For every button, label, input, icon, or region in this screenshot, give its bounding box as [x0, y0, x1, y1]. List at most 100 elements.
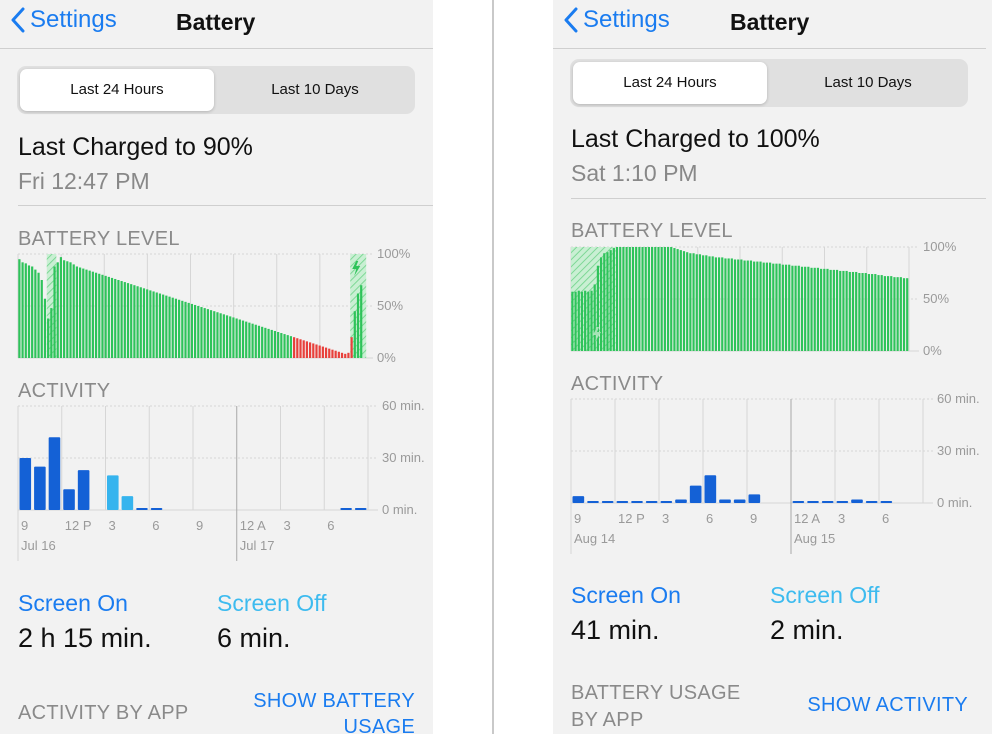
battery-bar — [171, 297, 174, 358]
battery-bar — [839, 270, 842, 351]
activity-bar — [601, 501, 614, 503]
tab-last-24-hours[interactable]: Last 24 Hours — [20, 69, 214, 111]
battery-bar — [880, 275, 883, 351]
battery-bar — [832, 269, 835, 351]
show-battery-usage-link[interactable]: SHOW BATTERY USAGE — [195, 688, 415, 734]
battery-bar — [647, 247, 651, 351]
activity-bar — [354, 508, 367, 510]
battery-bar — [267, 328, 270, 358]
battery-bar — [797, 265, 800, 351]
x-tick-label: 6 — [706, 511, 713, 526]
battery-bar — [133, 285, 136, 358]
battery-bar — [829, 269, 832, 351]
battery-level-chart: 100% 50% 0% — [17, 246, 411, 365]
last-charged-time: Fri 12:47 PM — [18, 168, 150, 194]
tab-last-10-days[interactable]: Last 10 Days — [771, 62, 965, 104]
battery-bar — [705, 255, 708, 351]
battery-bar — [676, 249, 679, 351]
y-tick-label: 0 min. — [937, 495, 972, 510]
battery-bar — [107, 276, 110, 358]
battery-bar — [775, 263, 778, 351]
battery-bar — [136, 286, 139, 358]
battery-bar — [286, 335, 289, 358]
battery-bar — [270, 329, 273, 358]
battery-bar — [85, 269, 88, 358]
battery-bar — [289, 336, 293, 358]
battery-bar — [98, 273, 101, 358]
x-tick-label: 9 — [750, 511, 757, 526]
battery-bar — [101, 274, 104, 358]
x-tick-label: 3 — [284, 518, 291, 533]
battery-bar — [861, 273, 864, 351]
battery-bar — [315, 344, 318, 358]
battery-bar — [794, 265, 797, 351]
x-tick-label: 6 — [327, 518, 334, 533]
show-activity-link[interactable]: SHOW ACTIVITY — [807, 694, 968, 717]
screen-on-label: Screen On — [571, 582, 681, 608]
battery-bar — [59, 257, 63, 358]
battery-bar — [810, 267, 813, 351]
tab-last-24-hours[interactable]: Last 24 Hours — [573, 62, 767, 104]
activity-bar — [821, 501, 834, 503]
chevron-left-icon — [564, 7, 578, 33]
battery-bar — [644, 247, 647, 351]
battery-bar — [858, 273, 861, 351]
y-tick-label: 100% — [377, 246, 411, 261]
battery-bar — [622, 247, 625, 351]
battery-bar — [347, 352, 350, 358]
battery-bar — [708, 256, 711, 351]
activity-bar — [792, 501, 805, 503]
battery-usage-by-app-heading: BATTERY USAGE BY APP — [571, 680, 741, 734]
battery-bar — [823, 268, 826, 351]
show-link-line1: SHOW BATTERY — [253, 690, 415, 712]
battery-bar — [328, 348, 331, 358]
battery-bar — [628, 247, 631, 351]
battery-bar — [663, 247, 666, 351]
battery-bar — [117, 280, 120, 358]
battery-screen-left: Settings Battery Last 24 Hours Last 10 D… — [0, 0, 433, 734]
battery-bar — [877, 275, 880, 351]
battery-bar — [123, 282, 126, 358]
battery-bar — [193, 304, 197, 358]
battery-bar — [893, 277, 896, 351]
y-tick-label: 50% — [923, 291, 949, 306]
x-tick-label: 6 — [882, 511, 889, 526]
activity-bar — [836, 501, 849, 503]
battery-bar — [187, 302, 190, 358]
activity-bar — [807, 501, 819, 503]
battery-bar — [638, 247, 641, 351]
tab-last-10-days[interactable]: Last 10 Days — [218, 69, 412, 111]
activity-bar — [616, 501, 629, 503]
activity-chart: 60 min. 30 min. 0 min. 9 12 P 3 6 9 12 A 3 6 Aug 14… — [570, 391, 980, 554]
screen-off-label: Screen Off — [217, 590, 327, 616]
battery-bar — [670, 247, 673, 351]
battery-bar — [350, 337, 353, 358]
battery-bar — [673, 248, 676, 351]
battery-bar — [251, 323, 254, 358]
activity-bar — [880, 501, 893, 503]
activity-bar — [733, 499, 746, 503]
battery-bar — [40, 280, 43, 358]
battery-bar — [241, 320, 245, 358]
back-button[interactable]: Settings — [10, 6, 117, 34]
battery-bar — [299, 339, 302, 358]
battery-bar — [229, 316, 232, 358]
range-segmented-control: Last 24 Hours Last 10 Days — [570, 59, 968, 107]
y-tick-label: 100% — [923, 239, 957, 254]
battery-bar — [47, 318, 50, 358]
battery-bar — [344, 353, 347, 358]
battery-bar — [254, 324, 257, 358]
battery-bar — [146, 289, 149, 358]
date-label: Jul 17 — [240, 538, 275, 553]
battery-bar — [804, 266, 807, 351]
activity-bar — [63, 489, 75, 510]
battery-bar — [190, 303, 193, 358]
back-button[interactable]: Settings — [563, 6, 670, 34]
battery-bar — [245, 321, 248, 358]
chevron-left-icon — [11, 7, 25, 33]
battery-bar — [813, 267, 816, 351]
battery-bar — [222, 314, 225, 358]
battery-bar — [181, 300, 184, 358]
screen-on-value: 41 min. — [571, 615, 660, 645]
battery-bar — [261, 326, 264, 358]
